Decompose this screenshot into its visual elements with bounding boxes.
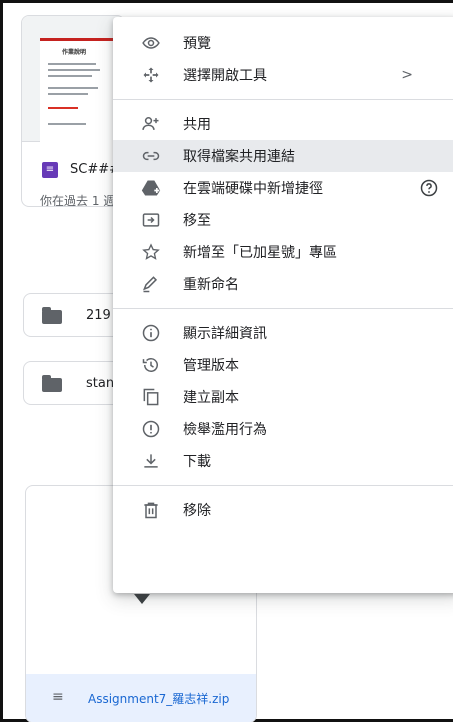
thumbnail-line (48, 87, 98, 89)
menu-divider (113, 308, 453, 309)
menu-item-label: 重新命名 (183, 277, 239, 293)
menu-item-download[interactable]: 下載 (113, 445, 453, 477)
thumbnail-title: 作業說明 (62, 49, 87, 56)
folder-name: stan (86, 376, 115, 391)
move-to-icon (141, 210, 161, 230)
menu-divider (113, 99, 453, 100)
menu-item-open-with[interactable]: 選擇開啟工具 > (113, 59, 453, 91)
file-activity: 你在過去 1 週 (40, 194, 116, 207)
menu-divider (113, 485, 453, 486)
thumbnail-line (48, 93, 88, 95)
open-with-icon (141, 65, 161, 85)
archive-icon: ≡ (52, 689, 64, 705)
copy-icon (141, 387, 161, 407)
menu-item-make-copy[interactable]: 建立副本 (113, 381, 453, 413)
star-icon (141, 242, 161, 262)
folder-name: 219 (86, 308, 111, 323)
menu-item-label: 在雲端硬碟中新增捷徑 (183, 181, 323, 197)
file-thumbnail: 作業說明 (22, 16, 124, 142)
thumbnail-line (48, 69, 100, 71)
eye-icon (141, 33, 161, 53)
thumbnail-line (48, 107, 78, 109)
forms-icon: ≡ (42, 162, 58, 178)
menu-item-rename[interactable]: 重新命名 (113, 268, 453, 300)
menu-item-add-starred[interactable]: 新增至「已加星號」專區 (113, 236, 453, 268)
menu-item-label: 顯示詳細資訊 (183, 326, 267, 342)
menu-item-label: 檢舉濫用行為 (183, 422, 267, 438)
menu-item-label: 下載 (183, 454, 211, 470)
link-icon (141, 146, 161, 166)
history-icon (141, 355, 161, 375)
menu-item-versions[interactable]: 管理版本 (113, 349, 453, 381)
menu-item-preview[interactable]: 預覽 (113, 27, 453, 59)
zip-file-name: Assignment7_羅志祥.zip (88, 692, 230, 706)
info-icon (141, 323, 161, 343)
help-icon[interactable] (419, 178, 439, 198)
file-card[interactable]: 作業說明 ≡ SC#### 你在過去 1 週 (21, 15, 125, 207)
menu-item-move-to[interactable]: 移至 (113, 204, 453, 236)
menu-item-label: 管理版本 (183, 358, 239, 374)
menu-item-label: 新增至「已加星號」專區 (183, 245, 337, 261)
menu-item-label: 取得檔案共用連結 (183, 149, 295, 165)
thumbnail-line (48, 123, 86, 125)
menu-item-label: 選擇開啟工具 (183, 68, 267, 84)
menu-item-remove[interactable]: 移除 (113, 494, 453, 526)
menu-item-label: 預覽 (183, 36, 211, 52)
thumbnail-line (48, 75, 92, 77)
submenu-chevron-icon: > (401, 67, 413, 83)
menu-item-label: 移除 (183, 503, 211, 519)
menu-item-get-link[interactable]: 取得檔案共用連結 (113, 140, 453, 172)
zip-file-footer: ≡ Assignment7_羅志祥.zip (26, 674, 256, 722)
drive-add-shortcut-icon (141, 178, 161, 198)
person-add-icon (141, 114, 161, 134)
menu-item-report-abuse[interactable]: 檢舉濫用行為 (113, 413, 453, 445)
folder-icon (42, 307, 62, 324)
folder-item[interactable]: stan (23, 361, 127, 405)
thumbnail-line (48, 63, 96, 65)
folder-item[interactable]: 219 (23, 293, 127, 337)
menu-item-label: 共用 (183, 117, 211, 133)
menu-item-share[interactable]: 共用 (113, 108, 453, 140)
menu-item-label: 移至 (183, 213, 211, 229)
pencil-icon (141, 274, 161, 294)
zip-preview-icon (134, 594, 150, 604)
report-icon (141, 419, 161, 439)
window-frame: 作業說明 ≡ SC#### 你在過去 1 週 219 stan ≡ Assign… (0, 0, 453, 722)
menu-item-details[interactable]: 顯示詳細資訊 (113, 317, 453, 349)
menu-item-add-shortcut[interactable]: 在雲端硬碟中新增捷徑 (113, 172, 453, 204)
context-menu: 預覽 選擇開啟工具 > 共用 取得檔案共用連結 在雲端硬碟中新增捷徑 移至 新增… (113, 17, 453, 593)
menu-item-label: 建立副本 (183, 390, 239, 406)
trash-icon (141, 500, 161, 520)
folder-icon (42, 375, 62, 392)
download-icon (141, 451, 161, 471)
